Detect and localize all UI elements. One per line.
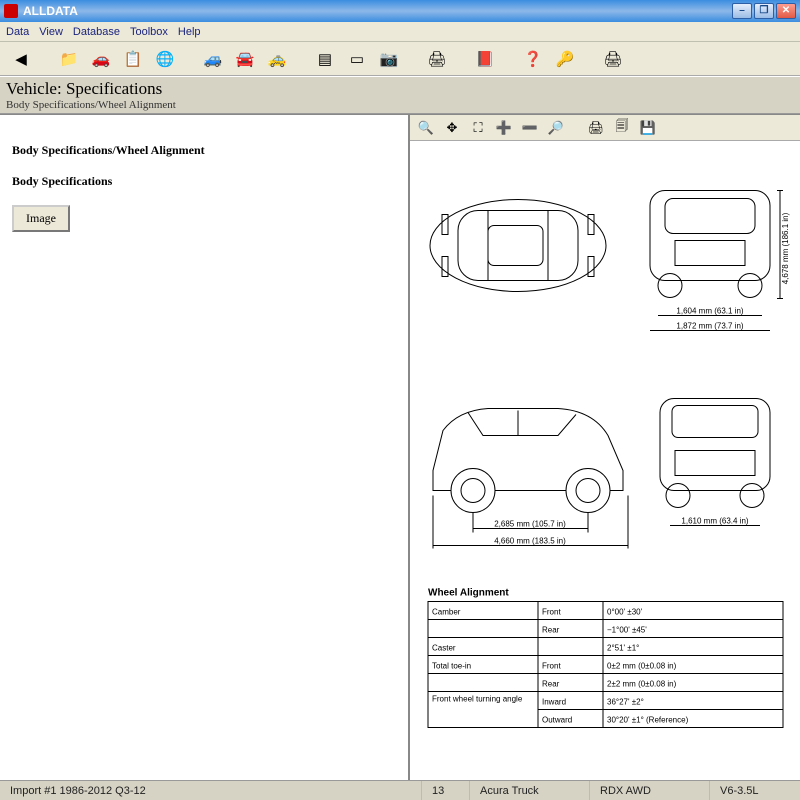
zoom-fit-icon[interactable]: ⛶ bbox=[468, 118, 488, 138]
vehicle-diagram: 4,678 mm (186.1 in) 1,604 mm (63.1 in) 1… bbox=[410, 141, 800, 780]
left-heading-1: Body Specifications/Wheel Alignment bbox=[12, 143, 396, 158]
right-pane: 🔍 ✥ ⛶ ➕ ➖ 🔎 🖨 🗐 💾 bbox=[410, 115, 800, 780]
table-row: Rear bbox=[542, 680, 560, 689]
menu-database[interactable]: Database bbox=[73, 26, 120, 38]
zoom-minus-icon[interactable]: ➖ bbox=[520, 118, 540, 138]
list-icon[interactable]: ▤ bbox=[312, 46, 338, 72]
main-toolbar: ◀ 📁 🚗 📋 🌐 🚙 🚘 🚕 ▤ ▭ 📷 🖨 📕 ❓ 🔑 🖨 bbox=[0, 42, 800, 76]
table-title: Wheel Alignment bbox=[428, 588, 509, 599]
table-row: 2±2 mm (0±0.08 in) bbox=[607, 680, 677, 689]
car-blue-icon[interactable]: 🚘 bbox=[232, 46, 258, 72]
table-row: 36°27' ±2° bbox=[607, 698, 644, 707]
table-row: −1°00' ±45' bbox=[607, 626, 647, 635]
car-yellow-icon[interactable]: 🚕 bbox=[264, 46, 290, 72]
left-pane: Body Specifications/Wheel Alignment Body… bbox=[0, 115, 410, 780]
content-area: Body Specifications/Wheel Alignment Body… bbox=[0, 114, 800, 780]
table-row: 2°51' ±1° bbox=[607, 644, 639, 653]
app-icon bbox=[4, 4, 18, 18]
print-icon[interactable]: 🖨 bbox=[424, 46, 450, 72]
table-row: Camber bbox=[432, 608, 461, 617]
status-import: Import #1 1986-2012 Q3-12 bbox=[0, 781, 422, 800]
zoom-in-icon[interactable]: 🔍 bbox=[416, 118, 436, 138]
folder-icon[interactable]: 📁 bbox=[56, 46, 82, 72]
menu-bar: Data View Database Toolbox Help bbox=[0, 22, 800, 42]
car-red-icon[interactable]: 🚗 bbox=[88, 46, 114, 72]
status-engine: V6-3.5L bbox=[710, 781, 800, 800]
table-row: Outward bbox=[542, 716, 572, 725]
dim-track-front: 1,604 mm (63.1 in) bbox=[676, 307, 743, 316]
car-doc-icon[interactable]: 📋 bbox=[120, 46, 146, 72]
dim-length: 4,660 mm (183.5 in) bbox=[494, 537, 566, 546]
image-button[interactable]: Image bbox=[12, 205, 70, 232]
window-title: ALLDATA bbox=[23, 4, 732, 18]
menu-data[interactable]: Data bbox=[6, 26, 29, 38]
save-image-icon[interactable]: 💾 bbox=[638, 118, 658, 138]
menu-help[interactable]: Help bbox=[178, 26, 201, 38]
minimize-button[interactable]: – bbox=[732, 3, 752, 19]
note-icon[interactable]: ▭ bbox=[344, 46, 370, 72]
status-model: RDX AWD bbox=[590, 781, 710, 800]
camera-icon[interactable]: 📷 bbox=[376, 46, 402, 72]
dim-wheelbase: 2,685 mm (105.7 in) bbox=[494, 520, 566, 529]
wheel-alignment-table: Wheel Alignment bbox=[428, 588, 783, 728]
globe-icon[interactable]: 🌐 bbox=[152, 46, 178, 72]
menu-view[interactable]: View bbox=[39, 26, 63, 38]
image-toolbar: 🔍 ✥ ⛶ ➕ ➖ 🔎 🖨 🗐 💾 bbox=[410, 115, 800, 141]
status-bar: Import #1 1986-2012 Q3-12 13 Acura Truck… bbox=[0, 780, 800, 800]
key-icon[interactable]: 🔑 bbox=[552, 46, 578, 72]
table-row: Total toe-in bbox=[432, 662, 471, 671]
back-button[interactable]: ◀ bbox=[8, 46, 34, 72]
print-image-icon[interactable]: 🖨 bbox=[586, 118, 606, 138]
zoom-plus-icon[interactable]: ➕ bbox=[494, 118, 514, 138]
page-title: Vehicle: Specifications bbox=[6, 79, 794, 99]
table-row: Inward bbox=[542, 698, 566, 707]
book-icon[interactable]: 📕 bbox=[472, 46, 498, 72]
table-row: Rear bbox=[542, 626, 560, 635]
table-row: Front wheel turning angle bbox=[432, 695, 523, 704]
table-row: 30°20' ±1° (Reference) bbox=[607, 716, 689, 725]
car-green-icon[interactable]: 🚙 bbox=[200, 46, 226, 72]
menu-toolbox[interactable]: Toolbox bbox=[130, 26, 168, 38]
table-row: Caster bbox=[432, 644, 456, 653]
status-make: Acura Truck bbox=[470, 781, 590, 800]
dim-height: 4,678 mm (186.1 in) bbox=[781, 212, 790, 284]
table-row: Front bbox=[542, 608, 561, 617]
dim-rear-track: 1,610 mm (63.4 in) bbox=[681, 517, 748, 526]
table-row: 0°00' ±30' bbox=[607, 608, 643, 617]
print2-icon[interactable]: 🖨 bbox=[600, 46, 626, 72]
table-row: 0±2 mm (0±0.08 in) bbox=[607, 662, 677, 671]
breadcrumb: Body Specifications/Wheel Alignment bbox=[6, 99, 794, 111]
header-strip: Vehicle: Specifications Body Specificati… bbox=[0, 76, 800, 114]
dim-track-overall: 1,872 mm (73.7 in) bbox=[676, 322, 743, 331]
zoom-reset-icon[interactable]: 🔎 bbox=[546, 118, 566, 138]
maximize-button[interactable]: ❐ bbox=[754, 3, 774, 19]
left-heading-2: Body Specifications bbox=[12, 174, 396, 189]
title-bar: ALLDATA – ❐ ✕ bbox=[0, 0, 800, 22]
status-year: 13 bbox=[422, 781, 470, 800]
table-row: Front bbox=[542, 662, 561, 671]
pan-icon[interactable]: ✥ bbox=[442, 118, 462, 138]
close-button[interactable]: ✕ bbox=[776, 3, 796, 19]
help-icon[interactable]: ❓ bbox=[520, 46, 546, 72]
copy-image-icon[interactable]: 🗐 bbox=[612, 118, 632, 138]
